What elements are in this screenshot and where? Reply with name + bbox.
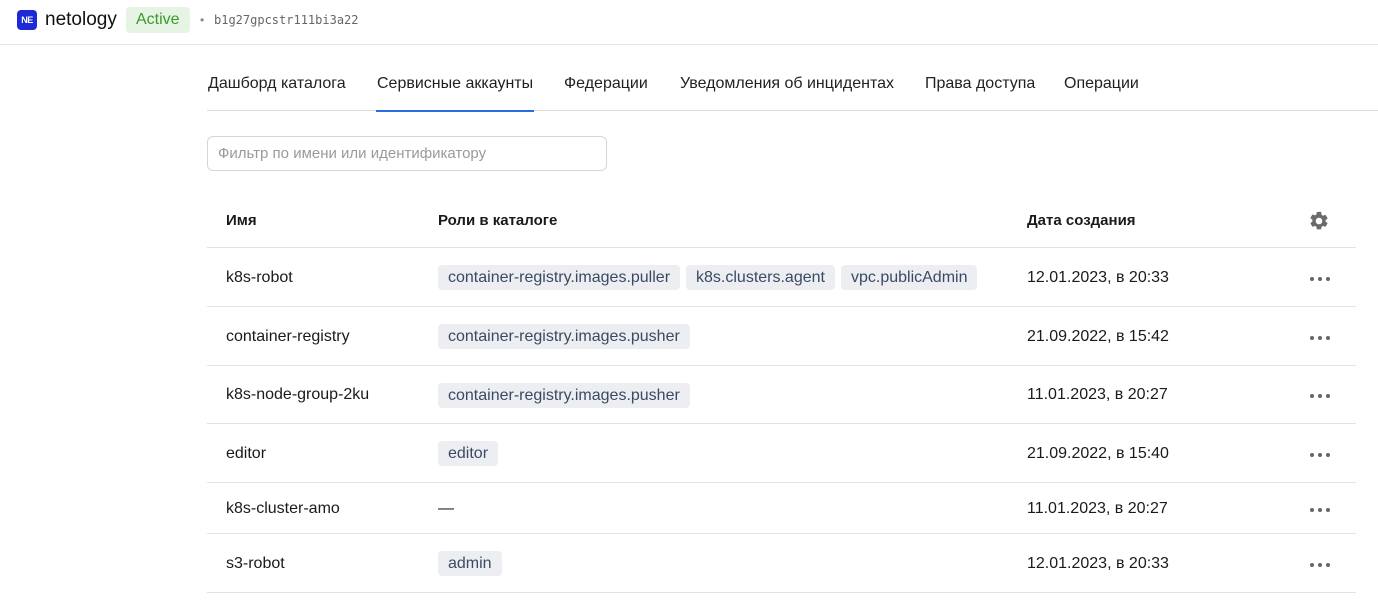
- created-date: 12.01.2023, в 20:33: [1027, 269, 1169, 286]
- table-row[interactable]: k8s-cluster-amo — 11.01.2023, в 20:27: [207, 483, 1356, 534]
- more-horizontal-icon[interactable]: [1307, 445, 1333, 465]
- tab-catalog-dashboard[interactable]: Дашборд каталога: [208, 70, 346, 111]
- account-name[interactable]: k8s-robot: [226, 268, 293, 288]
- menu-dot: [1326, 508, 1330, 512]
- role-tag: k8s.clusters.agent: [686, 265, 835, 290]
- menu-dot: [1326, 394, 1330, 398]
- table-header: Имя Роли в каталоге Дата создания: [207, 193, 1356, 248]
- menu-dot: [1326, 563, 1330, 567]
- role-tag: vpc.publicAdmin: [840, 265, 978, 290]
- more-horizontal-icon[interactable]: [1307, 386, 1333, 406]
- menu-dot: [1310, 563, 1314, 567]
- menu-dot: [1318, 394, 1322, 398]
- role-tag: admin: [438, 551, 502, 576]
- account-name[interactable]: k8s-cluster-amo: [226, 499, 340, 519]
- table-row[interactable]: s3-robot admin 12.01.2023, в 20:33: [207, 534, 1356, 593]
- roles-list: editor: [438, 441, 499, 466]
- menu-dot: [1318, 508, 1322, 512]
- created-date: 11.01.2023, в 20:27: [1027, 386, 1168, 403]
- tab-operations[interactable]: Операции: [1064, 70, 1139, 111]
- role-tag: editor: [438, 441, 499, 466]
- tab-bar: Дашборд каталога Сервисные аккаунты Феде…: [207, 70, 1378, 112]
- column-header-roles: Роли в каталоге: [438, 212, 558, 229]
- account-name[interactable]: s3-robot: [226, 554, 285, 574]
- menu-dot: [1326, 277, 1330, 281]
- menu-dot: [1310, 508, 1314, 512]
- filter-input[interactable]: [207, 136, 607, 171]
- created-date: 21.09.2022, в 15:42: [1027, 328, 1169, 345]
- more-horizontal-icon[interactable]: [1307, 555, 1333, 575]
- top-bar: NE netology Active • b1g27gpcstr111bi3a2…: [0, 0, 1378, 45]
- status-badge: Active: [126, 7, 190, 33]
- created-date: 12.01.2023, в 20:33: [1027, 555, 1169, 572]
- table-body: k8s-robot container-registry.images.pulle…: [207, 248, 1356, 593]
- tab-federations[interactable]: Федерации: [564, 70, 648, 111]
- more-horizontal-icon[interactable]: [1307, 500, 1333, 520]
- table-row[interactable]: container-registry container-registry.ima…: [207, 307, 1356, 366]
- separator-dot: •: [200, 13, 205, 27]
- roles-list: container-registry.images.pusher: [438, 383, 690, 408]
- role-tag: container-registry.images.pusher: [438, 383, 690, 408]
- menu-dot: [1318, 277, 1322, 281]
- account-name[interactable]: container-registry: [226, 327, 350, 347]
- tab-incident-notifications[interactable]: Уведомления об инцидентах: [680, 70, 894, 111]
- tab-service-accounts[interactable]: Сервисные аккаунты: [375, 70, 535, 112]
- column-header-created[interactable]: Дата создания: [1027, 211, 1136, 231]
- role-tag: container-registry.images.pusher: [438, 324, 690, 349]
- menu-dot: [1318, 336, 1322, 340]
- table-row[interactable]: k8s-robot container-registry.images.pulle…: [207, 248, 1356, 307]
- tab-access-rights[interactable]: Права доступа: [925, 70, 1035, 111]
- more-horizontal-icon[interactable]: [1307, 328, 1333, 348]
- created-date: 21.09.2022, в 15:40: [1027, 445, 1169, 462]
- menu-dot: [1310, 277, 1314, 281]
- folder-id[interactable]: b1g27gpcstr111bi3a22: [214, 11, 359, 29]
- gear-icon[interactable]: [1308, 210, 1330, 232]
- roles-empty: —: [438, 500, 454, 517]
- role-tag: container-registry.images.puller: [438, 265, 681, 290]
- table-row[interactable]: editor editor 21.09.2022, в 15:40: [207, 424, 1356, 483]
- more-horizontal-icon[interactable]: [1307, 269, 1333, 289]
- column-header-name[interactable]: Имя: [226, 211, 257, 231]
- menu-dot: [1310, 453, 1314, 457]
- cloud-logo-icon: NE: [17, 10, 37, 30]
- menu-dot: [1326, 336, 1330, 340]
- table-row[interactable]: k8s-node-group-2ku container-registry.ima…: [207, 366, 1356, 424]
- menu-dot: [1310, 394, 1314, 398]
- roles-list: admin: [438, 551, 502, 576]
- roles-list: container-registry.images.pusher: [438, 324, 690, 349]
- service-accounts-table: Имя Роли в каталоге Дата создания k8s-ro…: [207, 193, 1356, 593]
- menu-dot: [1310, 336, 1314, 340]
- cloud-name[interactable]: netology: [45, 8, 117, 32]
- menu-dot: [1318, 563, 1322, 567]
- menu-dot: [1318, 453, 1322, 457]
- menu-dot: [1326, 453, 1330, 457]
- account-name[interactable]: editor: [226, 444, 266, 464]
- created-date: 11.01.2023, в 20:27: [1027, 500, 1168, 517]
- roles-list: container-registry.images.puller k8s.clus…: [438, 265, 978, 290]
- account-name[interactable]: k8s-node-group-2ku: [226, 385, 369, 405]
